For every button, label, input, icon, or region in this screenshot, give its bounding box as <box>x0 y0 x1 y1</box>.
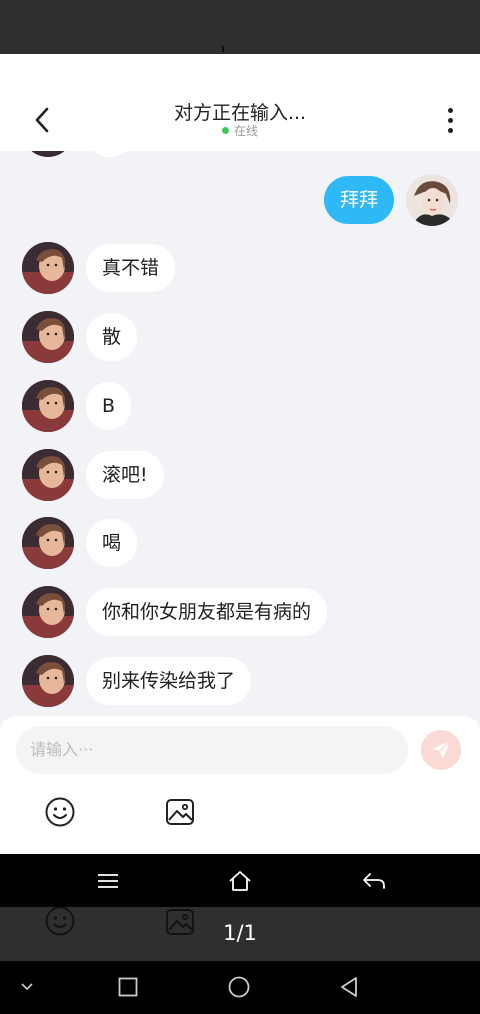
message-row: 喝 <box>0 517 480 569</box>
more-vertical-icon <box>447 107 453 113</box>
message-row: 滚吧! <box>0 449 480 501</box>
emoji-button[interactable] <box>42 794 78 830</box>
chat-title: 对方正在输入... <box>173 102 307 124</box>
message-row: 真不错 <box>0 242 480 294</box>
home-nav-button[interactable] <box>225 973 253 1001</box>
message-bubble[interactable]: 真不错 <box>86 244 176 292</box>
page-indicator: 1/1 <box>223 921 257 945</box>
home-circle-icon <box>228 976 250 998</box>
message-list[interactable]: 拜拜 真不错 散 B 滚吧! 喝 你和你女朋友都是有病的 别来传染给我了 <box>0 151 480 716</box>
message-bubble[interactable]: 散 <box>86 313 138 361</box>
system-bar <box>0 854 480 907</box>
navigation-bar <box>0 961 480 1014</box>
image-button[interactable] <box>162 794 198 830</box>
contact-avatar[interactable] <box>22 586 74 638</box>
message-row: 拜拜 <box>0 174 480 226</box>
online-status-label: 在线 <box>233 124 258 138</box>
return-button[interactable] <box>360 868 388 894</box>
online-status: 在线 <box>0 122 480 139</box>
more-options-button[interactable] <box>436 104 464 136</box>
camera-notch <box>222 46 224 52</box>
message-row: 别来传染给我了 <box>0 655 480 707</box>
home-icon <box>229 871 251 891</box>
send-icon <box>432 740 451 759</box>
status-bar <box>0 0 480 54</box>
return-icon <box>363 873 385 889</box>
back-triangle-icon <box>341 977 357 997</box>
collapse-button[interactable] <box>13 973 41 1001</box>
emoji-icon <box>45 797 75 827</box>
recent-apps-button[interactable] <box>114 973 142 1001</box>
message-row: 你和你女朋友都是有病的 <box>0 586 480 638</box>
chat-header: 对方正在输入... 在线 <box>0 54 480 151</box>
contact-avatar[interactable] <box>22 517 74 569</box>
menu-button[interactable] <box>94 868 122 894</box>
viewer-overlay: 1/1 <box>0 906 480 961</box>
message-bubble[interactable]: 别来传染给我了 <box>86 657 252 705</box>
avatar <box>22 151 74 157</box>
message-row: 散 <box>0 311 480 363</box>
my-avatar[interactable] <box>406 174 458 226</box>
chevron-down-icon <box>21 983 33 991</box>
menu-icon <box>98 874 118 888</box>
message-row: B <box>0 380 480 432</box>
message-bubble[interactable]: 拜拜 <box>323 176 394 224</box>
contact-avatar[interactable] <box>22 655 74 707</box>
message-bubble[interactable]: 喝 <box>86 519 138 567</box>
message-bubble[interactable]: 滚吧! <box>86 451 164 499</box>
message-bubble[interactable]: 你和你女朋友都是有病的 <box>86 588 328 636</box>
send-button[interactable] <box>421 730 461 770</box>
contact-avatar[interactable] <box>22 449 74 501</box>
contact-avatar[interactable] <box>22 311 74 363</box>
message-bubble <box>86 151 134 157</box>
back-nav-button[interactable] <box>335 973 363 1001</box>
contact-avatar[interactable] <box>22 380 74 432</box>
composer: 请输入··· <box>0 716 480 854</box>
chat-screen: 对方正在输入... 在线 拜拜 真不错 散 B 滚吧! 喝 你和你女朋友都是有病… <box>0 54 480 854</box>
contact-avatar[interactable] <box>22 242 74 294</box>
recent-apps-icon <box>118 977 138 997</box>
online-dot-icon <box>221 127 229 134</box>
message-input[interactable]: 请输入··· <box>16 726 408 774</box>
message-bubble[interactable]: B <box>86 382 132 430</box>
home-button[interactable] <box>226 868 254 894</box>
image-icon <box>166 799 194 825</box>
